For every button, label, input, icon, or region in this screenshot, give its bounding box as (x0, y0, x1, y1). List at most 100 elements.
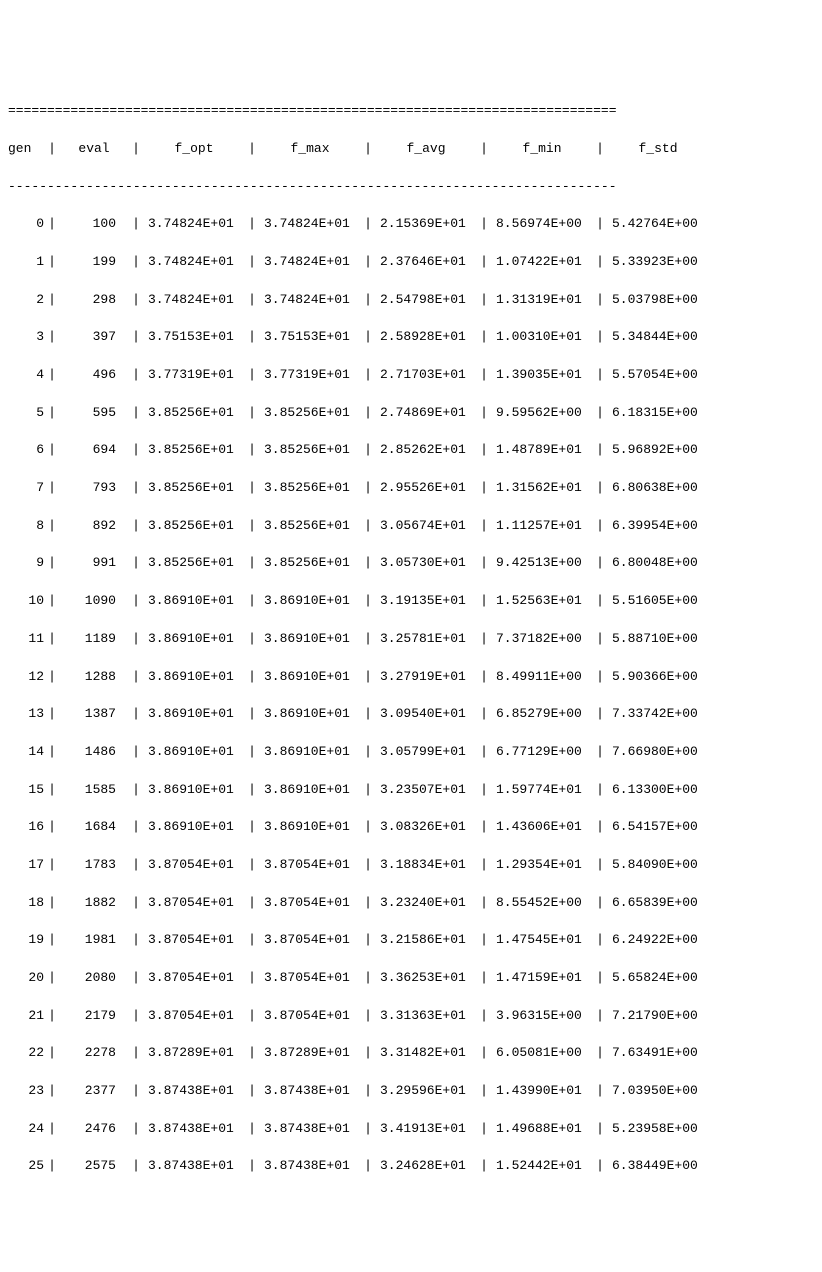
pipe: | (592, 592, 608, 611)
cell-eval: 1981 (60, 931, 128, 950)
cell-f-min: 1.11257E+01 (492, 517, 592, 536)
pipe: | (128, 291, 144, 310)
pipe: | (592, 668, 608, 687)
pipe: | (244, 253, 260, 272)
pipe: | (44, 743, 60, 762)
pipe: | (44, 1044, 60, 1063)
cell-f-max: 3.86910E+01 (260, 781, 360, 800)
pipe: | (476, 404, 492, 423)
pipe: | (44, 441, 60, 460)
cell-f-avg: 3.19135E+01 (376, 592, 476, 611)
cell-f-opt: 3.87438E+01 (144, 1120, 244, 1139)
table-row: 4|496|3.77319E+01|3.77319E+01|2.71703E+0… (8, 366, 814, 385)
cell-f-opt: 3.87054E+01 (144, 856, 244, 875)
pipe: | (360, 441, 376, 460)
pipe: | (476, 894, 492, 913)
pipe: | (244, 366, 260, 385)
cell-f-max: 3.87054E+01 (260, 969, 360, 988)
pipe: | (592, 1082, 608, 1101)
cell-f-std: 5.34844E+00 (608, 328, 708, 347)
pipe: | (476, 554, 492, 573)
pipe: | (476, 592, 492, 611)
cell-eval: 1387 (60, 705, 128, 724)
cell-f-max: 3.86910E+01 (260, 705, 360, 724)
pipe: | (592, 1007, 608, 1026)
table-row: 24|2476|3.87438E+01|3.87438E+01|3.41913E… (8, 1120, 814, 1139)
cell-eval: 1090 (60, 592, 128, 611)
cell-f-avg: 2.85262E+01 (376, 441, 476, 460)
pipe: | (44, 818, 60, 837)
cell-eval: 1684 (60, 818, 128, 837)
pipe: | (244, 705, 260, 724)
pipe: | (592, 1044, 608, 1063)
pipe: | (244, 1044, 260, 1063)
cell-f-avg: 2.71703E+01 (376, 366, 476, 385)
pipe: | (360, 140, 376, 159)
header-f-opt: f_opt (144, 140, 244, 159)
pipe: | (476, 743, 492, 762)
cell-f-std: 5.65824E+00 (608, 969, 708, 988)
cell-f-std: 5.23958E+00 (608, 1120, 708, 1139)
cell-f-avg: 3.31482E+01 (376, 1044, 476, 1063)
cell-f-max: 3.87438E+01 (260, 1120, 360, 1139)
cell-f-max: 3.85256E+01 (260, 554, 360, 573)
table-body: 0|100|3.74824E+01|3.74824E+01|2.15369E+0… (8, 215, 814, 1195)
cell-f-min: 6.85279E+00 (492, 705, 592, 724)
pipe: | (44, 1082, 60, 1101)
cell-gen: 11 (8, 630, 44, 649)
cell-gen: 15 (8, 781, 44, 800)
pipe: | (44, 479, 60, 498)
cell-f-opt: 3.74824E+01 (144, 253, 244, 272)
pipe: | (44, 140, 60, 159)
cell-f-opt: 3.87054E+01 (144, 894, 244, 913)
pipe: | (244, 328, 260, 347)
pipe: | (592, 1157, 608, 1176)
cell-gen: 5 (8, 404, 44, 423)
pipe: | (476, 215, 492, 234)
cell-eval: 1585 (60, 781, 128, 800)
cell-f-avg: 3.36253E+01 (376, 969, 476, 988)
pipe: | (592, 1120, 608, 1139)
cell-f-avg: 3.41913E+01 (376, 1120, 476, 1139)
cell-eval: 694 (60, 441, 128, 460)
cell-f-std: 6.80048E+00 (608, 554, 708, 573)
cell-eval: 892 (60, 517, 128, 536)
pipe: | (592, 140, 608, 159)
pipe: | (128, 253, 144, 272)
table-row: 2|298|3.74824E+01|3.74824E+01|2.54798E+0… (8, 291, 814, 310)
pipe: | (44, 291, 60, 310)
cell-f-min: 1.43990E+01 (492, 1082, 592, 1101)
cell-f-opt: 3.86910E+01 (144, 630, 244, 649)
cell-f-avg: 3.29596E+01 (376, 1082, 476, 1101)
cell-gen: 24 (8, 1120, 44, 1139)
cell-f-std: 6.13300E+00 (608, 781, 708, 800)
pipe: | (128, 328, 144, 347)
cell-eval: 595 (60, 404, 128, 423)
cell-f-max: 3.87054E+01 (260, 856, 360, 875)
cell-f-max: 3.87054E+01 (260, 931, 360, 950)
pipe: | (592, 554, 608, 573)
cell-f-opt: 3.85256E+01 (144, 404, 244, 423)
pipe: | (44, 1007, 60, 1026)
table-row: 5|595|3.85256E+01|3.85256E+01|2.74869E+0… (8, 404, 814, 423)
cell-f-avg: 3.21586E+01 (376, 931, 476, 950)
pipe: | (44, 253, 60, 272)
cell-f-opt: 3.86910E+01 (144, 781, 244, 800)
cell-f-avg: 2.74869E+01 (376, 404, 476, 423)
pipe: | (128, 215, 144, 234)
cell-f-opt: 3.87438E+01 (144, 1157, 244, 1176)
pipe: | (44, 404, 60, 423)
cell-eval: 2377 (60, 1082, 128, 1101)
pipe: | (128, 969, 144, 988)
cell-gen: 2 (8, 291, 44, 310)
cell-gen: 9 (8, 554, 44, 573)
cell-f-avg: 3.25781E+01 (376, 630, 476, 649)
table-row: 8|892|3.85256E+01|3.85256E+01|3.05674E+0… (8, 517, 814, 536)
cell-f-max: 3.86910E+01 (260, 630, 360, 649)
cell-f-std: 5.88710E+00 (608, 630, 708, 649)
pipe: | (592, 856, 608, 875)
pipe: | (128, 705, 144, 724)
pipe: | (476, 441, 492, 460)
pipe: | (360, 1120, 376, 1139)
cell-f-avg: 2.37646E+01 (376, 253, 476, 272)
